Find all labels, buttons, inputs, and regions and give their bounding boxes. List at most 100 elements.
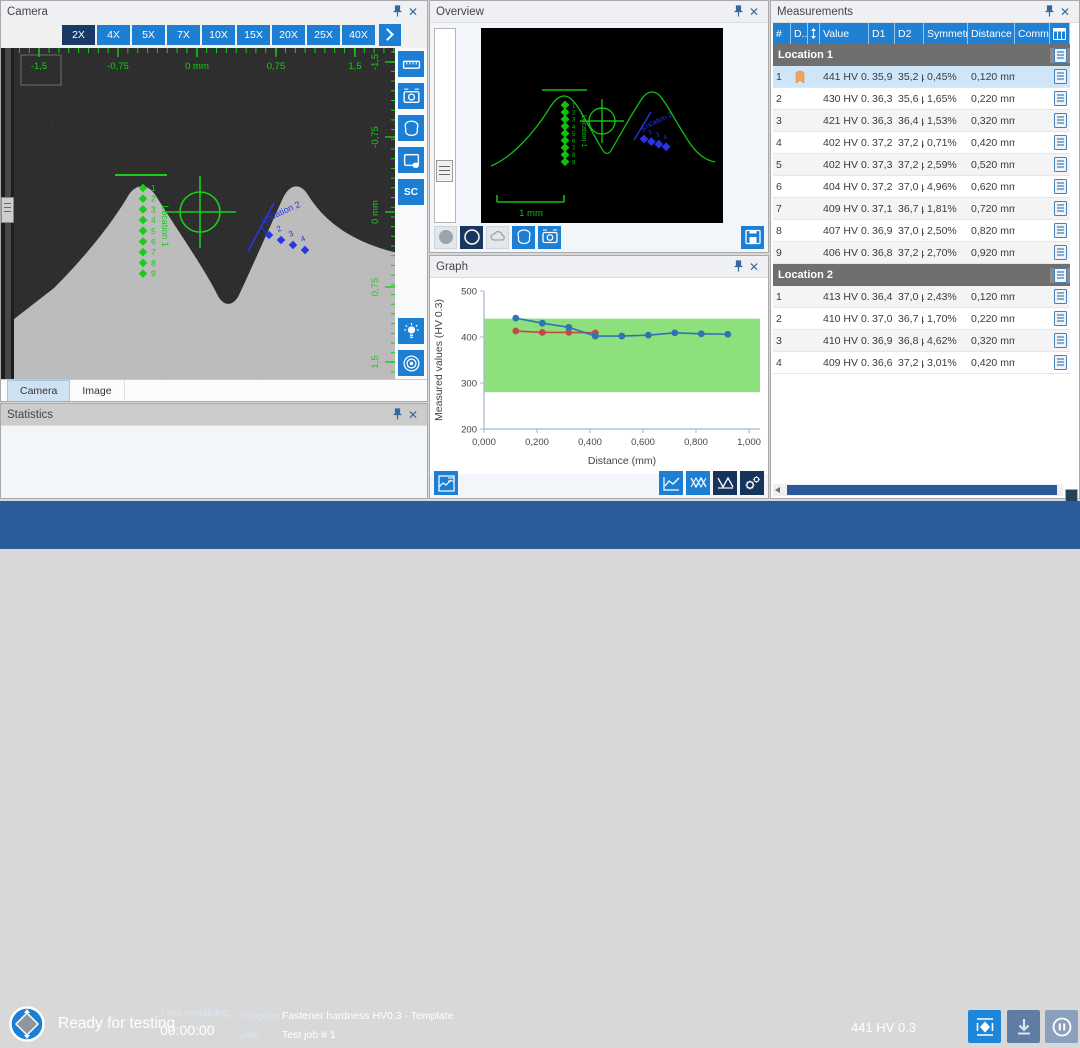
column-header[interactable]: Distance bbox=[968, 23, 1015, 44]
cloud-shape-button[interactable] bbox=[486, 226, 509, 249]
column-header[interactable]: D1 bbox=[869, 23, 895, 44]
camera-live-view[interactable]: -1,5-0,750 mm0,751,5-1,5-0,750 mm0,751,5… bbox=[14, 48, 397, 382]
magnification-more-button[interactable] bbox=[379, 24, 401, 46]
tab-image[interactable]: Image bbox=[70, 380, 124, 401]
row-comment-button[interactable] bbox=[1050, 176, 1070, 197]
column-header[interactable] bbox=[808, 23, 820, 44]
overview-slider-handle[interactable] bbox=[436, 160, 453, 182]
start-measurement-button[interactable] bbox=[968, 1010, 1001, 1043]
overview-capture-button[interactable] bbox=[538, 226, 561, 249]
contour-tool-button[interactable] bbox=[398, 115, 424, 141]
mag-button-40x[interactable]: 40X bbox=[342, 25, 375, 45]
measurement-row[interactable]: 1441 HV 0.335,9 µ35,2 µ0,45%0,120 mm bbox=[773, 66, 1070, 88]
row-comment-button[interactable] bbox=[1050, 352, 1070, 373]
close-icon[interactable]: ✕ bbox=[405, 4, 421, 20]
illumination-button[interactable] bbox=[398, 318, 424, 344]
scroll-left-icon[interactable] bbox=[775, 487, 780, 493]
measurement-row[interactable]: 2430 HV 0.336,3 µ35,6 µ1,65%0,220 mm bbox=[773, 88, 1070, 110]
column-header[interactable]: # bbox=[773, 23, 791, 44]
multi-chart-button[interactable] bbox=[686, 471, 710, 495]
mag-button-2x[interactable]: 2X bbox=[62, 25, 95, 45]
camera-slider-handle[interactable] bbox=[1, 197, 14, 223]
row-comment-button[interactable] bbox=[1050, 110, 1070, 131]
autofocus-button[interactable] bbox=[398, 350, 424, 376]
row-comment-button[interactable] bbox=[1050, 154, 1070, 175]
column-header[interactable]: D2 bbox=[895, 23, 924, 44]
pin-icon[interactable] bbox=[730, 4, 746, 20]
row-comment-button[interactable] bbox=[1050, 198, 1070, 219]
measurement-row[interactable]: 4409 HV 0.336,6 µ37,2 µ3,01%0,420 mm bbox=[773, 352, 1070, 374]
overview-zoom-slider[interactable] bbox=[434, 28, 456, 223]
column-header[interactable]: Symmetry bbox=[924, 23, 968, 44]
circle-filled-button[interactable] bbox=[434, 226, 457, 249]
mag-button-20x[interactable]: 20X bbox=[272, 25, 305, 45]
group-comment-button[interactable] bbox=[1050, 268, 1070, 283]
row-comment-button[interactable] bbox=[1050, 220, 1070, 241]
mag-button-5x[interactable]: 5X bbox=[132, 25, 165, 45]
row-comment-button[interactable] bbox=[1050, 88, 1070, 109]
group-comment-button[interactable] bbox=[1050, 48, 1070, 63]
measurement-row[interactable]: 2410 HV 0.337,0 µ36,7 µ1,70%0,220 mm bbox=[773, 308, 1070, 330]
mag-button-25x[interactable]: 25X bbox=[307, 25, 340, 45]
horizontal-scrollbar[interactable] bbox=[773, 484, 1063, 496]
measurement-row[interactable]: 3410 HV 0.336,9 µ36,8 µ4,62%0,320 mm bbox=[773, 330, 1070, 352]
column-header[interactable]: Value bbox=[820, 23, 869, 44]
svg-text:1: 1 bbox=[151, 183, 156, 193]
lower-turret-button[interactable] bbox=[1007, 1010, 1040, 1043]
row-comment-button[interactable] bbox=[1050, 308, 1070, 329]
mag-button-4x[interactable]: 4X bbox=[97, 25, 130, 45]
measurement-row[interactable]: 1413 HV 0.336,4 µ37,0 µ2,43%0,120 mm bbox=[773, 286, 1070, 308]
row-comment-button[interactable] bbox=[1050, 330, 1070, 351]
scrollbar-thumb[interactable] bbox=[787, 485, 1057, 495]
column-header[interactable]: Comme. bbox=[1015, 23, 1050, 44]
tab-camera[interactable]: Camera bbox=[7, 380, 70, 401]
circle-outline-button[interactable] bbox=[460, 226, 483, 249]
close-icon[interactable]: ✕ bbox=[405, 407, 421, 423]
column-header[interactable] bbox=[1050, 23, 1070, 44]
line-chart-button[interactable] bbox=[659, 471, 683, 495]
close-icon[interactable]: ✕ bbox=[746, 259, 762, 275]
pause-button[interactable] bbox=[1045, 1010, 1078, 1043]
svg-text:0,400: 0,400 bbox=[578, 437, 602, 448]
graph-settings-button[interactable] bbox=[740, 471, 764, 495]
camera-stage[interactable]: -1,5-0,750 mm0,751,5-1,5-0,750 mm0,751,5… bbox=[1, 48, 397, 382]
close-icon[interactable]: ✕ bbox=[746, 4, 762, 20]
pin-icon[interactable] bbox=[1041, 4, 1057, 20]
group-row[interactable]: Location 2 bbox=[773, 264, 1070, 286]
capture-camera-button[interactable] bbox=[398, 83, 424, 109]
measurement-row[interactable]: 7409 HV 0.337,1 µ36,7 µ1,81%0,720 mm bbox=[773, 198, 1070, 220]
group-row[interactable]: Location 1 bbox=[773, 44, 1070, 66]
measurement-row[interactable]: 6404 HV 0.337,2 µ37,0 µ4,96%0,620 mm bbox=[773, 176, 1070, 198]
measurement-row[interactable]: 8407 HV 0.336,9 µ37,0 µ2,50%0,820 mm bbox=[773, 220, 1070, 242]
overview-map[interactable]: 123456789Location 11234Location 21 mm bbox=[481, 28, 723, 223]
program-value: Fastener hardness HV0.3 - Template bbox=[282, 1010, 453, 1022]
row-comment-button[interactable] bbox=[1050, 132, 1070, 153]
cell-d2: 35,2 µ bbox=[895, 66, 924, 87]
mag-button-15x[interactable]: 15X bbox=[237, 25, 270, 45]
column-header[interactable]: D... bbox=[791, 23, 808, 44]
measurement-row[interactable]: 5402 HV 0.337,3 µ37,2 µ2,59%0,520 mm bbox=[773, 154, 1070, 176]
area-chart-button[interactable] bbox=[713, 471, 737, 495]
comment-icon bbox=[1054, 69, 1067, 84]
mag-button-10x[interactable]: 10X bbox=[202, 25, 235, 45]
pin-icon[interactable] bbox=[389, 4, 405, 20]
close-icon[interactable]: ✕ bbox=[1057, 4, 1073, 20]
pin-icon[interactable] bbox=[730, 259, 746, 275]
cell-comment bbox=[1015, 308, 1050, 329]
surface-check-button[interactable]: SC bbox=[398, 179, 424, 205]
graph-layout-button[interactable] bbox=[434, 471, 458, 495]
measurement-row[interactable]: 4402 HV 0.337,2 µ37,2 µ0,71%0,420 mm bbox=[773, 132, 1070, 154]
save-view-button[interactable] bbox=[741, 226, 764, 249]
program-label: Program: bbox=[240, 1010, 283, 1022]
measurement-row[interactable]: 3421 HV 0.336,3 µ36,4 µ1,53%0,320 mm bbox=[773, 110, 1070, 132]
contour-shape-button[interactable] bbox=[512, 226, 535, 249]
row-comment-button[interactable] bbox=[1050, 66, 1070, 87]
pin-icon[interactable] bbox=[389, 407, 405, 423]
row-comment-button[interactable] bbox=[1050, 286, 1070, 307]
mag-button-7x[interactable]: 7X bbox=[167, 25, 200, 45]
ruler-tool-button[interactable] bbox=[398, 51, 424, 77]
region-capture-button[interactable] bbox=[398, 147, 424, 173]
row-comment-button[interactable] bbox=[1050, 242, 1070, 263]
pause-icon bbox=[1051, 1016, 1073, 1038]
measurement-row[interactable]: 9406 HV 0.336,8 µ37,2 µ2,70%0,920 mm bbox=[773, 242, 1070, 264]
